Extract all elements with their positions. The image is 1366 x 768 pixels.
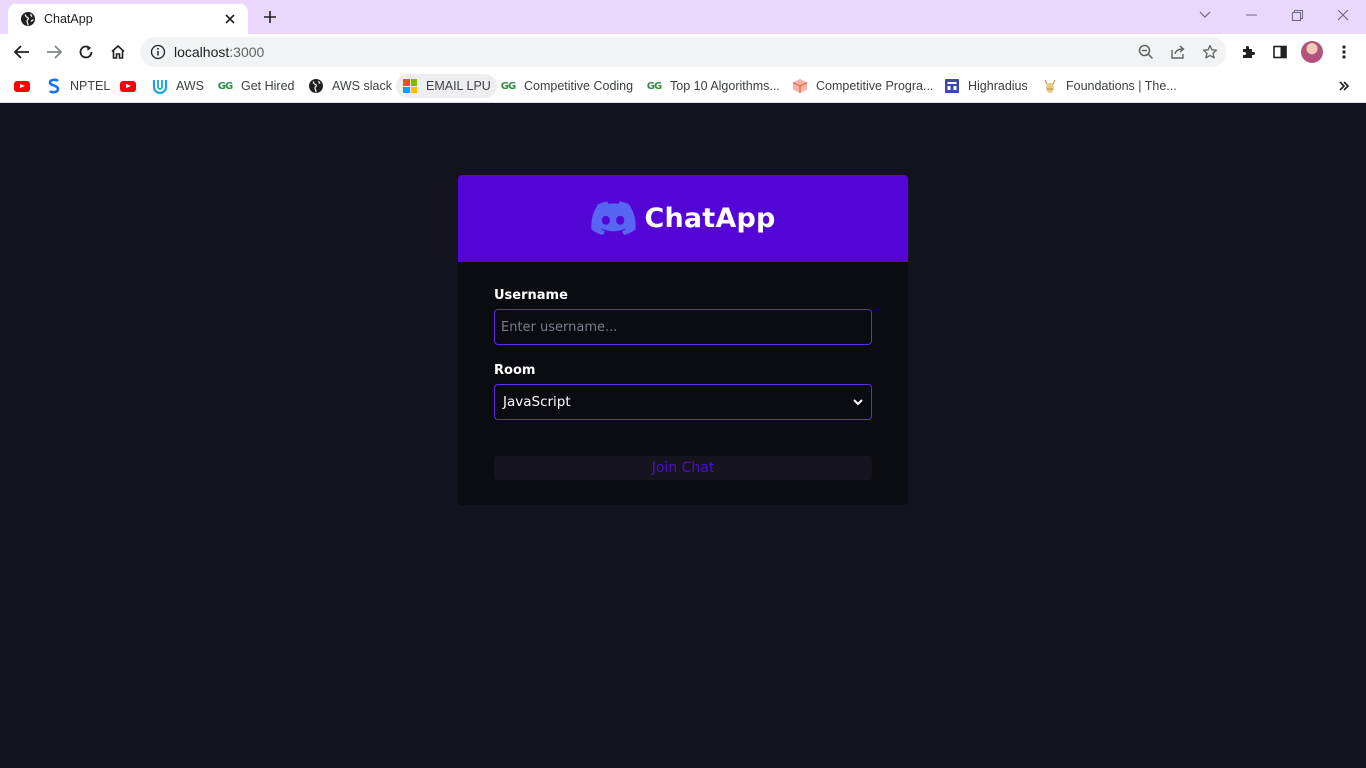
room-label: Room bbox=[494, 363, 536, 378]
url-host: localhost bbox=[174, 44, 230, 60]
browser-toolbar: localhost:3000 bbox=[0, 34, 1366, 70]
nptel-icon bbox=[46, 78, 62, 94]
puzzle-icon bbox=[1243, 46, 1255, 58]
bookmark-label: Get Hired bbox=[241, 79, 295, 93]
bookmark-youtube-1[interactable] bbox=[14, 74, 30, 98]
room-select[interactable]: JavaScript bbox=[494, 384, 872, 420]
restore-button[interactable] bbox=[1274, 0, 1320, 30]
minimize-button[interactable] bbox=[1228, 0, 1274, 30]
bookmark-label: Competitive Progra... bbox=[816, 79, 934, 93]
bookmark-star-icon[interactable] bbox=[1194, 38, 1226, 66]
back-button[interactable] bbox=[8, 38, 36, 66]
odin-icon bbox=[1042, 78, 1058, 94]
gfg-icon: GG bbox=[646, 80, 662, 92]
reload-icon bbox=[79, 45, 93, 59]
youtube-icon bbox=[14, 78, 30, 94]
gfg-icon: GG bbox=[217, 80, 233, 92]
gfg-icon: GG bbox=[500, 80, 516, 92]
discord-icon bbox=[590, 200, 637, 237]
bookmarks-overflow-button[interactable] bbox=[1336, 74, 1360, 98]
bookmark-label: AWS slack bbox=[332, 79, 392, 93]
bookmark-youtube-2[interactable] bbox=[120, 74, 136, 98]
forward-button[interactable] bbox=[40, 38, 68, 66]
bookmark-label: AWS bbox=[176, 79, 205, 93]
home-icon bbox=[111, 44, 125, 59]
url-port: :3000 bbox=[229, 44, 265, 60]
bookmark-foundations[interactable]: Foundations | The... bbox=[1042, 74, 1177, 98]
bookmark-aws-slack[interactable]: AWS slack bbox=[308, 74, 392, 98]
card-header: ChatApp bbox=[458, 175, 908, 262]
chevron-down-icon bbox=[853, 393, 863, 411]
join-chat-button[interactable]: Join Chat bbox=[494, 456, 872, 480]
double-chevron-right-icon bbox=[1336, 78, 1352, 94]
bookmark-email-lpu[interactable]: EMAIL LPU bbox=[396, 74, 497, 98]
bookmark-competitive-coding[interactable]: GG Competitive Coding bbox=[500, 74, 633, 98]
globe-icon bbox=[20, 11, 36, 27]
join-form: Username Room JavaScript Join Chat bbox=[458, 262, 908, 480]
app-brand-title: ChatApp bbox=[644, 203, 776, 234]
address-bar[interactable]: localhost:3000 bbox=[140, 37, 1226, 67]
home-button[interactable] bbox=[104, 38, 132, 66]
username-input[interactable] bbox=[494, 309, 872, 345]
browser-menu-button[interactable] bbox=[1330, 38, 1358, 66]
share-icon[interactable] bbox=[1162, 38, 1194, 66]
username-label: Username bbox=[494, 288, 568, 303]
bookmark-label: Highradius bbox=[968, 79, 1028, 93]
profile-avatar[interactable] bbox=[1301, 41, 1323, 63]
bookmark-highradius[interactable]: Highradius bbox=[944, 74, 1028, 98]
side-panel-icon bbox=[1273, 45, 1287, 59]
room-selected-value: JavaScript bbox=[503, 394, 571, 410]
back-arrow-icon bbox=[14, 45, 29, 59]
reload-button[interactable] bbox=[72, 38, 100, 66]
kebab-menu-icon bbox=[1342, 45, 1346, 59]
bookmark-label: Foundations | The... bbox=[1066, 79, 1177, 93]
url-text[interactable]: localhost:3000 bbox=[174, 44, 1130, 60]
bookmark-nptel[interactable]: NPTEL bbox=[46, 74, 110, 98]
microsoft-icon bbox=[402, 78, 418, 94]
new-tab-button[interactable] bbox=[258, 7, 282, 27]
cube-icon bbox=[792, 78, 808, 94]
tab-search-button[interactable] bbox=[1182, 0, 1228, 30]
bookmarks-bar: NPTEL AWS GG Get Hired AWS slack EMAIL L… bbox=[0, 70, 1366, 103]
bookmark-competitive-programming[interactable]: Competitive Progra... bbox=[792, 74, 933, 98]
bookmark-label: EMAIL LPU bbox=[426, 79, 491, 93]
bookmark-label: NPTEL bbox=[70, 79, 111, 93]
globe-icon bbox=[308, 78, 324, 94]
aws-academy-icon bbox=[152, 78, 168, 94]
bookmark-label: Top 10 Algorithms... bbox=[670, 79, 780, 93]
highradius-icon bbox=[944, 78, 960, 94]
bookmark-aws[interactable]: AWS bbox=[152, 74, 204, 98]
bookmark-top-10-algorithms[interactable]: GG Top 10 Algorithms... bbox=[646, 74, 780, 98]
page-content: ChatApp Username Room JavaScript Join Ch… bbox=[0, 103, 1366, 768]
bookmark-label: Competitive Coding bbox=[524, 79, 634, 93]
site-info-icon[interactable] bbox=[150, 44, 166, 60]
bookmark-get-hired[interactable]: GG Get Hired bbox=[217, 74, 295, 98]
extensions-button[interactable] bbox=[1234, 38, 1262, 66]
side-panel-button[interactable] bbox=[1266, 38, 1294, 66]
zoom-icon[interactable] bbox=[1130, 38, 1162, 66]
forward-arrow-icon bbox=[47, 45, 62, 59]
browser-tab[interactable]: ChatApp bbox=[8, 4, 248, 34]
join-card: ChatApp Username Room JavaScript Join Ch… bbox=[458, 175, 908, 505]
close-window-button[interactable] bbox=[1320, 0, 1366, 30]
youtube-icon bbox=[120, 78, 136, 94]
tab-title: ChatApp bbox=[44, 12, 93, 26]
close-tab-icon[interactable] bbox=[222, 11, 238, 27]
tab-strip: ChatApp bbox=[0, 0, 1366, 34]
